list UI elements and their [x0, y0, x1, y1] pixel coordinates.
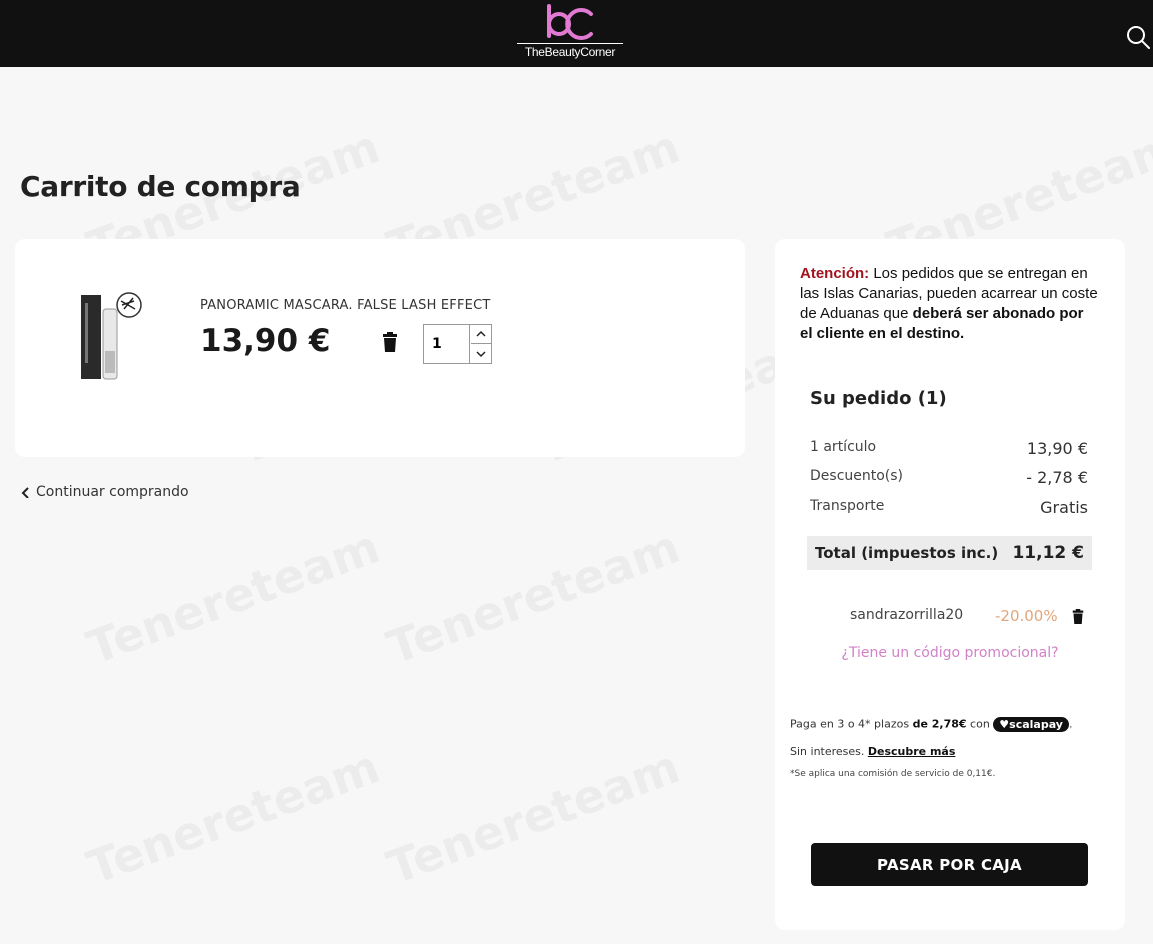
summary-row-shipping: Transporte Gratis — [810, 498, 1088, 517]
scalapay-text: Paga en 3 o 4* plazos — [790, 717, 913, 731]
search-icon — [1127, 26, 1150, 49]
page-title: Carrito de compra — [20, 170, 301, 203]
summary-row-discount: Descuento(s) - 2,78 € — [810, 468, 1088, 487]
applied-coupon: sandrazorrilla20 -20.00% — [850, 607, 1090, 629]
remove-coupon-button[interactable] — [1072, 609, 1084, 624]
scalapay-logo: ♥scalapay — [993, 717, 1069, 732]
watermark: Tenereteam — [80, 739, 386, 895]
quantity-stepper — [423, 324, 492, 364]
summary-value: 13,90 € — [1026, 439, 1088, 458]
continue-shopping-label: Continuar comprando — [36, 484, 189, 500]
scalapay-text: con — [966, 717, 994, 731]
trash-icon — [1072, 609, 1084, 624]
product-image[interactable] — [77, 291, 147, 391]
search-button[interactable] — [1125, 24, 1151, 50]
remove-item-button[interactable] — [382, 332, 398, 352]
summary-label: Descuento(s) — [810, 468, 904, 484]
logo-divider — [517, 43, 623, 44]
scalapay-interest: Sin intereses. Descubre más — [790, 745, 955, 758]
scalapay-amount: de 2,78€ — [912, 717, 967, 731]
watermark: Tenereteam — [80, 519, 386, 675]
summary-label: 1 artículo — [810, 439, 877, 455]
customs-notice: Atención: Los pedidos que se entregan en… — [800, 264, 1100, 344]
mascara-product-image — [81, 292, 142, 380]
scalapay-fee-note: *Se aplica una comisión de servicio de 0… — [790, 769, 996, 779]
continue-shopping-link[interactable]: Continuar comprando — [20, 484, 189, 500]
order-summary-card: Atención: Los pedidos que se entregan en… — [775, 239, 1125, 930]
brand-logo[interactable]: TheBeautyCorner — [515, 2, 625, 62]
total-value: 11,12 € — [1012, 543, 1084, 563]
summary-row-subtotal: 1 artículo 13,90 € — [810, 439, 1088, 458]
promo-code-link[interactable]: ¿Tiene un código promocional? — [775, 645, 1125, 661]
discover-more-link[interactable]: Descubre más — [868, 745, 956, 758]
quantity-increase-button[interactable] — [471, 325, 491, 344]
top-bar: TheBeautyCorner — [0, 0, 1153, 67]
chevron-left-icon — [21, 487, 29, 498]
summary-value: - 2,78 € — [1026, 468, 1088, 487]
chevron-down-icon — [476, 350, 486, 357]
scalapay-installments: Paga en 3 o 4* plazos de 2,78€ con ♥scal… — [790, 717, 1072, 732]
notice-label: Atención: — [800, 265, 870, 282]
coupon-code: sandrazorrilla20 — [850, 607, 964, 623]
scalapay-text: . — [1068, 717, 1073, 731]
trash-icon — [383, 332, 397, 352]
product-price: 13,90 € — [200, 323, 331, 359]
cart-items-card: PANORAMIC MASCARA. FALSE LASH EFFECT 13,… — [15, 239, 745, 457]
quantity-input[interactable] — [424, 325, 470, 363]
watermark: Tenereteam — [380, 739, 686, 895]
quantity-decrease-button[interactable] — [471, 344, 491, 363]
coupon-percent: -20.00% — [995, 607, 1058, 625]
summary-total: Total (impuestos inc.) 11,12 € — [807, 536, 1092, 570]
summary-value: Gratis — [1040, 498, 1088, 517]
checkout-button[interactable]: PASAR POR CAJA — [811, 843, 1088, 886]
scalapay-text: Sin intereses. — [790, 745, 868, 758]
chevron-up-icon — [476, 330, 486, 337]
product-name[interactable]: PANORAMIC MASCARA. FALSE LASH EFFECT — [200, 298, 491, 313]
brand-name: TheBeautyCorner — [524, 45, 616, 59]
total-label: Total (impuestos inc.) — [815, 544, 999, 562]
logo-mark-icon — [547, 4, 593, 40]
summary-title: Su pedido (1) — [810, 388, 947, 409]
watermark: Tenereteam — [380, 519, 686, 675]
summary-label: Transporte — [810, 498, 885, 514]
